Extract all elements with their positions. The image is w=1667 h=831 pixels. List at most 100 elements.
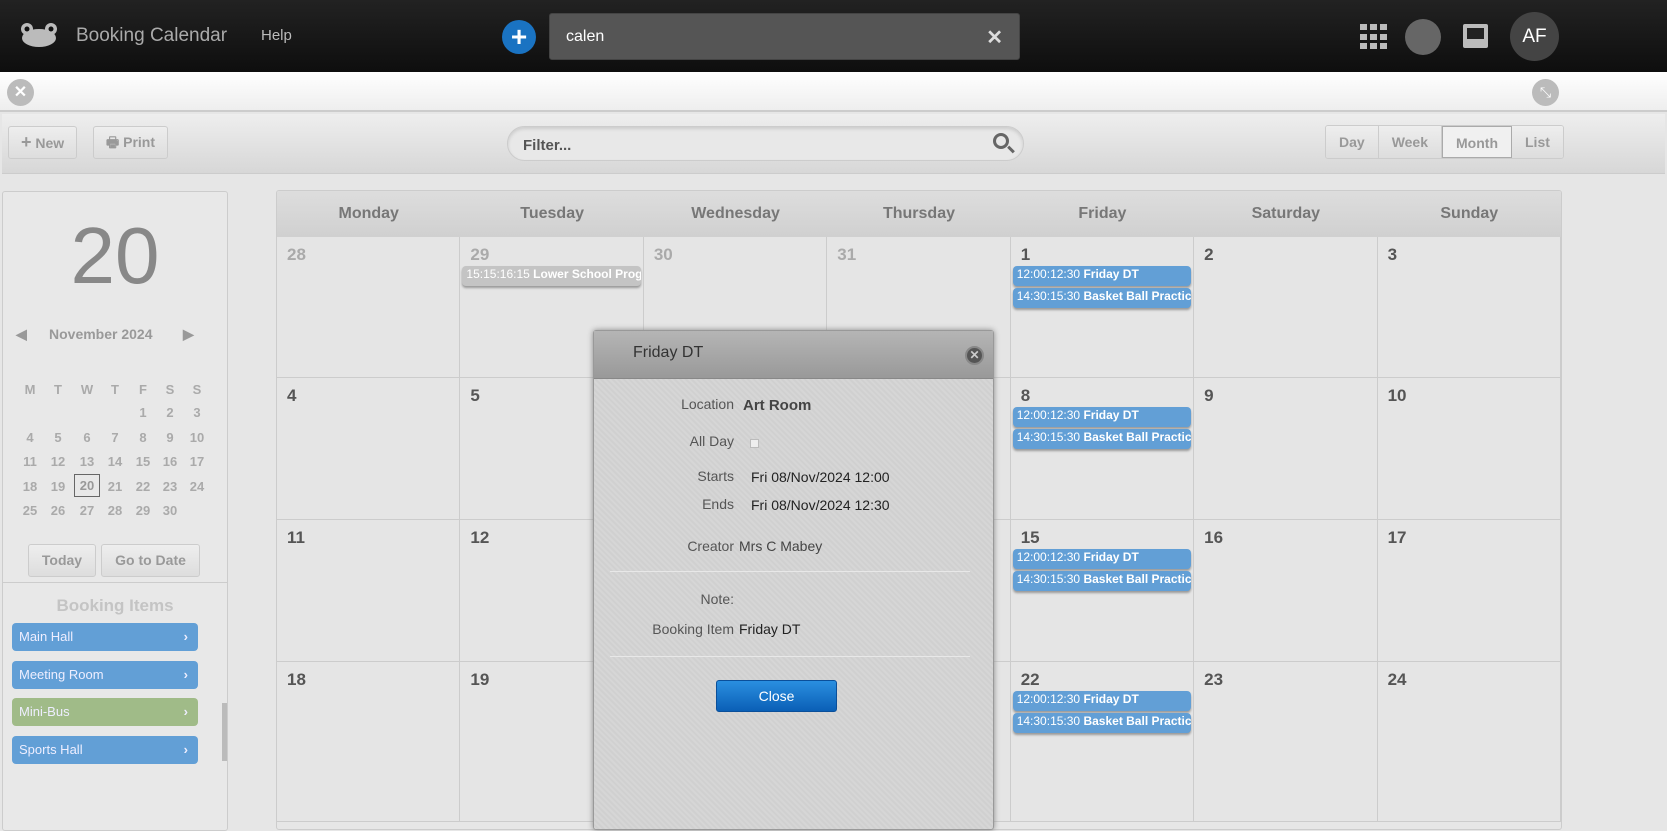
day-cell[interactable]: 15 12:00:12:30 Friday DT 14:30:15:30 Baske… [1010, 520, 1195, 662]
apps-grid-icon[interactable] [1360, 24, 1388, 50]
mini-day[interactable]: 7 [102, 430, 128, 445]
mini-day[interactable]: 25 [17, 503, 43, 518]
day-cell[interactable]: 3 [1377, 237, 1561, 378]
day-number: 10 [1387, 386, 1407, 405]
day-cell[interactable]: 2 [1194, 237, 1378, 378]
event-title: Basket Ball Practice [1083, 289, 1192, 303]
mini-day[interactable]: 24 [184, 479, 210, 494]
avatar[interactable]: AF [1510, 12, 1559, 61]
help-link[interactable]: Help [261, 27, 292, 44]
mini-day[interactable]: 17 [184, 454, 210, 469]
mini-day[interactable]: 1 [130, 405, 156, 420]
mini-day[interactable]: 22 [130, 479, 156, 494]
calendar-event[interactable]: 14:30:15:30 Basket Ball Practice [1012, 288, 1192, 308]
calendar-event[interactable]: 12:00:12:30 Friday DT [1012, 407, 1192, 427]
mini-day[interactable]: 8 [130, 430, 156, 445]
calendar-event[interactable]: 14:30:15:30 Basket Ball Practice [1012, 571, 1192, 591]
all-day-checkbox[interactable] [750, 439, 759, 448]
clear-search-icon[interactable]: ✕ [986, 25, 1003, 50]
day-cell[interactable]: 24 [1377, 662, 1561, 822]
prev-month-icon[interactable]: ◀ [16, 326, 27, 343]
mini-day[interactable]: 30 [157, 503, 183, 518]
view-week-button[interactable]: Week [1378, 126, 1443, 158]
mini-day[interactable]: 15 [130, 454, 156, 469]
day-number: 12 [470, 528, 490, 547]
go-to-date-button[interactable]: Go to Date [101, 544, 200, 577]
global-search[interactable]: calen ✕ [549, 13, 1020, 60]
next-month-icon[interactable]: ▶ [183, 326, 194, 343]
day-cell[interactable]: 9 [1194, 378, 1378, 520]
inbox-icon[interactable] [1463, 24, 1488, 48]
booking-item[interactable]: Main Hall › [12, 623, 198, 651]
day-cell[interactable]: 10 [1377, 378, 1561, 520]
close-app-icon[interactable]: ✕ [7, 79, 34, 106]
mini-day[interactable]: 13 [74, 454, 100, 469]
mini-day[interactable]: 5 [45, 430, 71, 445]
mini-weekday-header: T [54, 382, 62, 397]
mini-day[interactable]: 29 [130, 503, 156, 518]
sidebar-scrollbar[interactable] [222, 703, 227, 761]
view-month-button[interactable]: Month [1442, 126, 1512, 158]
today-button[interactable]: Today [28, 544, 96, 577]
day-cell[interactable]: 4 [277, 378, 461, 520]
frog-logo-icon[interactable] [20, 22, 58, 50]
mini-day[interactable]: 27 [74, 503, 100, 518]
day-cell[interactable]: 22 12:00:12:30 Friday DT 14:30:15:30 Baske… [1010, 662, 1195, 822]
day-number: 29 [470, 245, 490, 264]
print-button[interactable]: 🖶 Print [93, 126, 168, 159]
collapse-icon[interactable]: ⤡ [1532, 79, 1559, 106]
calendar-event[interactable]: 12:00:12:30 Friday DT [1012, 266, 1192, 286]
mini-day[interactable]: 14 [102, 454, 128, 469]
mini-day[interactable]: 3 [184, 405, 210, 420]
day-number: 1 [1020, 245, 1031, 264]
day-cell[interactable]: 17 [1377, 520, 1561, 662]
chevron-right-icon: › [183, 704, 188, 719]
mini-day[interactable]: 6 [74, 430, 100, 445]
day-number: 16 [1204, 528, 1224, 547]
mini-day[interactable]: 21 [102, 479, 128, 494]
mini-day[interactable]: 11 [17, 454, 43, 469]
day-cell[interactable]: 23 [1194, 662, 1378, 822]
view-day-button[interactable]: Day [1326, 126, 1379, 158]
search-icon[interactable] [993, 133, 1009, 149]
booking-item-label: Sports Hall [19, 741, 83, 757]
mini-day[interactable]: 4 [17, 430, 43, 445]
booking-item[interactable]: Sports Hall › [12, 735, 198, 764]
mini-day[interactable]: 26 [45, 503, 71, 518]
mini-day[interactable]: 23 [157, 479, 183, 494]
search-input[interactable]: calen [566, 28, 604, 46]
mini-day[interactable]: 2 [157, 405, 183, 420]
calendar-event[interactable]: 12:00:12:30 Friday DT [1012, 691, 1192, 711]
day-cell[interactable]: 28 [277, 237, 461, 378]
day-cell[interactable]: 18 [277, 662, 461, 822]
day-cell[interactable]: 1 12:00:12:30 Friday DT 14:30:15:30 Basket… [1010, 237, 1195, 378]
mini-day[interactable]: 20 [74, 473, 100, 497]
day-cell[interactable]: 8 12:00:12:30 Friday DT 14:30:15:30 Basket… [1010, 378, 1195, 520]
calendar-event[interactable]: 14:30:15:30 Basket Ball Practice [1012, 713, 1192, 733]
close-button[interactable]: Close [716, 680, 837, 712]
view-list-button[interactable]: List [1512, 126, 1563, 158]
close-dialog-icon[interactable]: ✕ [965, 346, 984, 365]
mini-day[interactable]: 10 [184, 430, 210, 445]
day-cell[interactable]: 11 [277, 520, 461, 662]
mini-day[interactable]: 19 [45, 479, 71, 494]
filter-input[interactable]: Filter... [507, 126, 1024, 161]
booking-item[interactable]: Mini-Bus › [12, 698, 198, 726]
mini-day[interactable]: 9 [157, 430, 183, 445]
mini-day[interactable]: 28 [102, 503, 128, 518]
add-button[interactable]: + [502, 20, 536, 54]
booking-item-label: Main Hall [19, 629, 74, 644]
mini-day[interactable]: 16 [157, 454, 183, 469]
calendar-event[interactable]: 12:00:12:30 Friday DT [1012, 549, 1192, 569]
day-number: 19 [470, 670, 490, 689]
booking-item[interactable]: Meeting Room › [12, 660, 198, 689]
mini-day[interactable]: 12 [45, 454, 71, 469]
day-cell[interactable]: 16 [1194, 520, 1378, 662]
app-title: Booking Calendar [76, 25, 228, 46]
new-label: New [35, 135, 65, 151]
calendar-event[interactable]: 15:15:16:15 Lower School Progress Meetin… [462, 266, 641, 286]
status-circle-icon[interactable] [1405, 19, 1441, 55]
new-button[interactable]: + New [8, 126, 78, 159]
calendar-event[interactable]: 14:30:15:30 Basket Ball Practice [1012, 429, 1192, 449]
mini-day[interactable]: 18 [17, 479, 43, 494]
